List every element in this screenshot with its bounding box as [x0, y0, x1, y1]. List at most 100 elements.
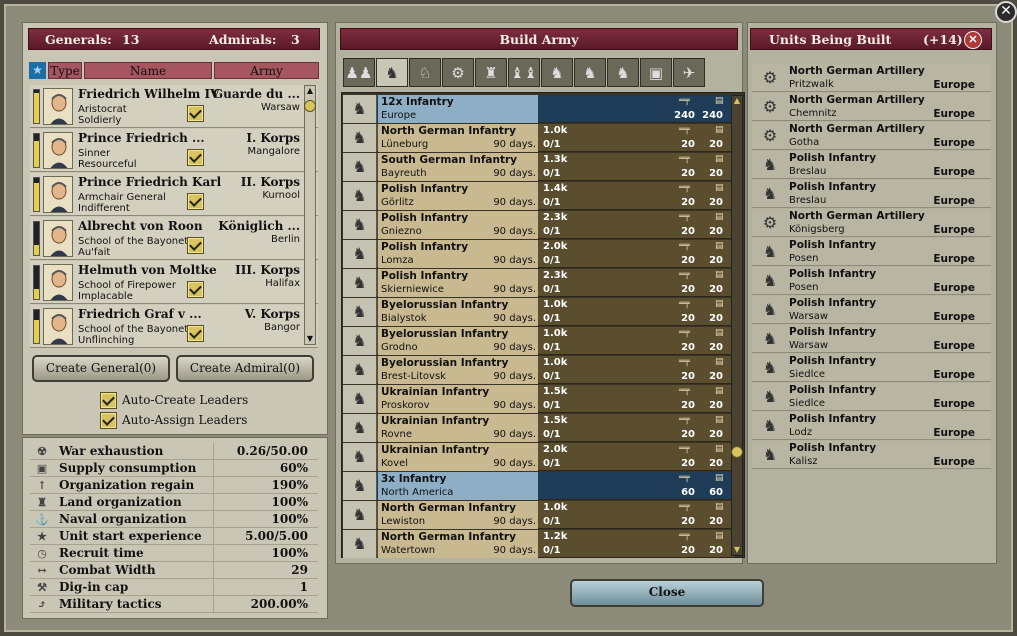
leader-row[interactable]: Prince Friedrich ... Sinner Resourceful I. … — [30, 129, 318, 172]
rifle-icon: ═╤ — [679, 357, 690, 367]
queue-item[interactable]: ♞ Polish Infantry Breslau Europe — [752, 180, 991, 208]
armor-tab-icon[interactable]: ▣ — [640, 58, 672, 87]
queue-region: Europe — [933, 224, 975, 236]
queue-item[interactable]: ⚙ North German Artillery Pritzwalk Europe — [752, 64, 991, 92]
leader-row[interactable]: Friedrich Wilhelm IV Aristocrat Soldierly G… — [30, 85, 318, 128]
queue-item[interactable]: ♞ Polish Infantry Posen Europe — [752, 238, 991, 266]
leader-row[interactable]: Albrecht von Roon School of the Bayonet Au… — [30, 217, 318, 260]
leader-assign-checkbox[interactable] — [187, 325, 204, 342]
close-button[interactable]: Close — [570, 579, 764, 607]
leader-background: Unflinching — [78, 335, 135, 346]
unit-row[interactable]: ♞ Polish Infantry Gniezno 90 days. 2.3k 0/1 ═╤… — [343, 211, 735, 239]
unit-pop-size: 2.3k — [543, 212, 568, 223]
leader-assign-checkbox[interactable] — [187, 149, 204, 166]
cuirassier-tab-icon[interactable]: ♞ — [574, 58, 606, 87]
scroll-thumb[interactable] — [304, 100, 316, 112]
queue-item[interactable]: ♞ Polish Infantry Breslau Europe — [752, 151, 991, 179]
col-type[interactable]: Type — [48, 62, 82, 79]
leader-assign-checkbox[interactable] — [187, 281, 204, 298]
queue-province: Königsberg — [789, 224, 845, 235]
leader-row[interactable]: Friedrich Graf v ... School of the Bayone… — [30, 305, 318, 348]
unit-ratio: 0/1 — [543, 545, 561, 556]
unit-build-time: 90 days. — [493, 429, 536, 440]
unit-province: Rovne — [381, 429, 413, 440]
infantry-icon: ♞ — [762, 416, 778, 435]
stat-label: Dig-in cap — [59, 580, 129, 594]
scroll-up-icon[interactable]: ▲ — [305, 86, 315, 96]
leader-assign-checkbox[interactable] — [187, 193, 204, 210]
unit-row[interactable]: ♞ North German Infantry Lewiston 90 days. 1.… — [343, 501, 735, 529]
queue-item[interactable]: ⚙ North German Artillery Königsberg Europe — [752, 209, 991, 237]
window-close-icon[interactable]: ✕ — [995, 1, 1017, 23]
infantry-icon: ♞ — [762, 300, 778, 319]
unit-row[interactable]: ♞ Polish Infantry Skierniewice 90 days. 2.3k… — [343, 269, 735, 297]
all-units-tab-icon[interactable]: ♟♟ — [343, 58, 375, 87]
cancel-all-icon[interactable]: ✕ — [964, 31, 982, 49]
unit-name: Byelorussian Infantry — [381, 357, 509, 369]
ammo-icon: ▤ — [715, 270, 724, 280]
unit-scroll-thumb[interactable] — [731, 446, 743, 458]
queue-region: Europe — [933, 456, 975, 468]
unit-ratio: 0/1 — [543, 284, 561, 295]
unit-row[interactable]: ♞ Ukrainian Infantry Kovel 90 days. 2.0k 0/1 ═… — [343, 443, 735, 471]
create-admiral-button[interactable]: Create Admiral(0) — [176, 355, 314, 382]
unit-row[interactable]: ♞ North German Infantry Watertown 90 days. 1… — [343, 530, 735, 558]
unit-row[interactable]: ♞ Byelorussian Infantry Bialystok 90 days. 1… — [343, 298, 735, 326]
unit-row[interactable]: ♞ Byelorussian Infantry Grodno 90 days. 1.0k… — [343, 327, 735, 355]
queue-item[interactable]: ♞ Polish Infantry Kalisz Europe — [752, 441, 991, 469]
cavalry-tab-icon[interactable]: ♘ — [409, 58, 441, 87]
unit-row[interactable]: ♞ Polish Infantry Lomza 90 days. 2.0k 0/1 ═╤ ▤ 2… — [343, 240, 735, 268]
queue-item[interactable]: ♞ Polish Infantry Siedlce Europe — [752, 383, 991, 411]
leader-assign-checkbox[interactable] — [187, 237, 204, 254]
prestige-bar — [33, 265, 40, 300]
unit-scrollbar[interactable]: ▲ ▼ — [731, 95, 743, 556]
unit-name: North German Infantry — [381, 125, 516, 137]
unit-province: North America — [381, 487, 454, 498]
star-sort-icon[interactable]: ★ — [29, 62, 46, 79]
queue-province: Pritzwalk — [789, 79, 834, 90]
unit-group-row[interactable]: ♞ 12x Infantry Europe ═╤ ▤ 240 240 — [343, 95, 735, 123]
engineer-tab-icon[interactable]: ♜ — [475, 58, 507, 87]
queue-item[interactable]: ⚙ North German Artillery Gotha Europe — [752, 122, 991, 150]
leader-army: II. Korps — [240, 175, 300, 189]
leader-scrollbar[interactable]: ▲ ▼ — [304, 85, 316, 345]
hussar-tab-icon[interactable]: ♞ — [541, 58, 573, 87]
stat-row: ★ Unit start experience 5.00/5.00 — [30, 528, 318, 545]
unit-row[interactable]: ♞ Ukrainian Infantry Rovne 90 days. 1.5k 0/1 ═… — [343, 414, 735, 442]
scroll-down-icon[interactable]: ▼ — [305, 334, 315, 344]
leader-row[interactable]: Prince Friedrich Karl Armchair General Ind… — [30, 173, 318, 216]
unit-row[interactable]: ♞ South German Infantry Bayreuth 90 days. 1.… — [343, 153, 735, 181]
col-name[interactable]: Name — [84, 62, 212, 79]
auto-assign-checkbox[interactable] — [100, 412, 117, 429]
queue-item[interactable]: ♞ Polish Infantry Warsaw Europe — [752, 296, 991, 324]
unit-row[interactable]: ♞ Byelorussian Infantry Brest-Litovsk 90 da… — [343, 356, 735, 384]
leader-background: Soldierly — [78, 115, 122, 126]
auto-create-checkbox[interactable] — [100, 392, 117, 409]
combat-width-icon: ↔ — [37, 564, 47, 577]
unit-row[interactable]: ♞ Polish Infantry Görlitz 90 days. 1.4k 0/1 ═╤… — [343, 182, 735, 210]
guard-tab-icon[interactable]: ♝♝ — [508, 58, 540, 87]
artillery-tab-icon[interactable]: ⚙ — [442, 58, 474, 87]
leader-portrait — [43, 308, 73, 345]
queue-item[interactable]: ♞ Polish Infantry Posen Europe — [752, 267, 991, 295]
leader-assign-checkbox[interactable] — [187, 105, 204, 122]
unit-row[interactable]: ♞ Ukrainian Infantry Proskorov 90 days. 1.5k… — [343, 385, 735, 413]
leader-row[interactable]: Helmuth von Moltke School of Firepower Imp… — [30, 261, 318, 304]
infantry-tab-icon[interactable]: ♞ — [376, 58, 408, 87]
queue-item[interactable]: ♞ Polish Infantry Siedlce Europe — [752, 354, 991, 382]
unit-group-row[interactable]: ♞ 3x Infantry North America ═╤ ▤ 60 60 — [343, 472, 735, 500]
unit-row[interactable]: ♞ North German Infantry Lüneburg 90 days. 1.… — [343, 124, 735, 152]
col-army[interactable]: Army — [214, 62, 319, 79]
unit-scroll-down-icon[interactable]: ▼ — [732, 545, 742, 555]
queue-item[interactable]: ♞ Polish Infantry Warsaw Europe — [752, 325, 991, 353]
unit-organisation: 20 — [709, 545, 723, 556]
build-army-title: Build Army — [340, 28, 738, 50]
queue-item[interactable]: ⚙ North German Artillery Chemnitz Europe — [752, 93, 991, 121]
plane-tab-icon[interactable]: ✈ — [673, 58, 705, 87]
leader-name: Friedrich Wilhelm IV — [78, 87, 220, 101]
create-general-button[interactable]: Create General(0) — [32, 355, 170, 382]
unit-scroll-up-icon[interactable]: ▲ — [732, 96, 742, 106]
queue-item[interactable]: ♞ Polish Infantry Lodz Europe — [752, 412, 991, 440]
leader-background: Indifferent — [78, 203, 130, 214]
dragoon-tab-icon[interactable]: ♞ — [607, 58, 639, 87]
